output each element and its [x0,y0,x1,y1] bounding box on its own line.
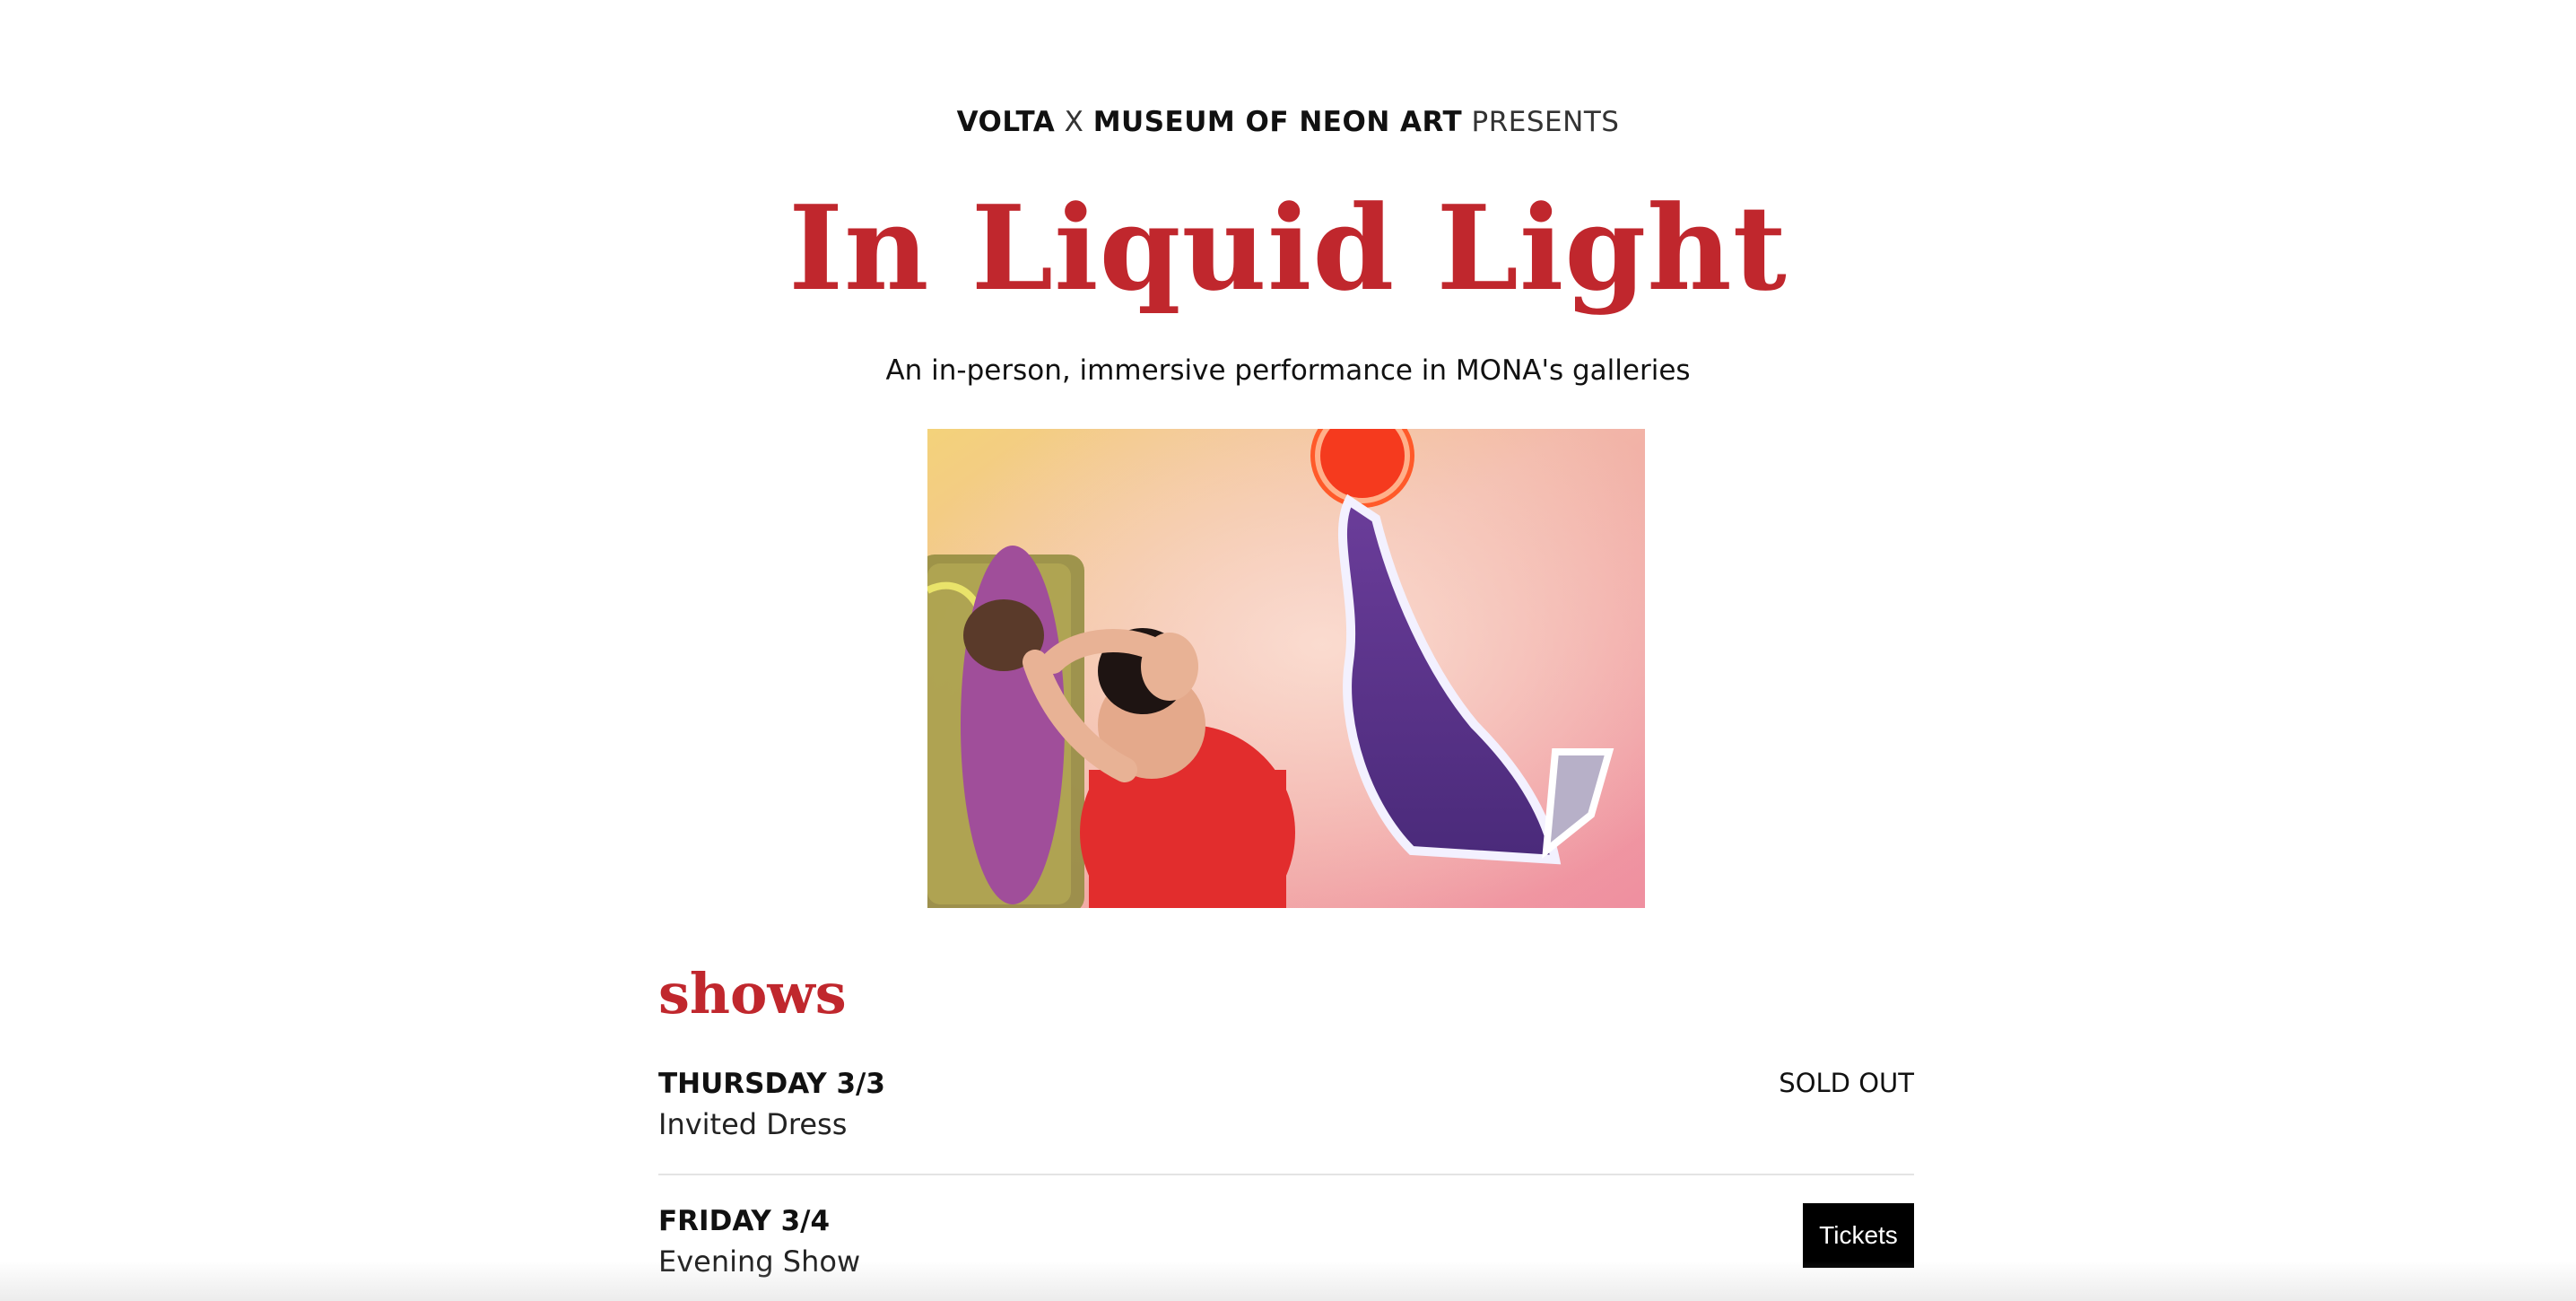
show-day: THURSDAY 3/3 [658,1068,885,1100]
presenter-mona: MUSEUM OF NEON ART [1092,106,1463,138]
page-subtitle: An in-person, immersive performance in M… [885,354,1691,387]
show-name: Invited Dress [658,1107,848,1141]
show-divider [658,1174,1914,1175]
presents-label: PRESENTS [1471,106,1620,138]
presenter-volta: VOLTA [956,106,1056,138]
page-title: In Liquid Light [788,179,1788,317]
tickets-button[interactable]: Tickets [1803,1203,1914,1268]
show-row-thursday: THURSDAY 3/3 Invited Dress SOLD OUT [658,1068,1914,1175]
presenters-line: VOLTA X MUSEUM OF NEON ART PRESENTS [0,106,2576,138]
hero-photo [927,429,1645,908]
show-name: Evening Show [658,1244,861,1279]
page: VOLTA X MUSEUM OF NEON ART PRESENTS In L… [0,0,2576,1301]
show-row-friday: FRIDAY 3/4 Evening Show Tickets [658,1203,1914,1295]
sold-out-label: SOLD OUT [1779,1068,1914,1098]
show-day: FRIDAY 3/4 [658,1205,831,1237]
shows-heading: shows [658,961,847,1026]
presenter-separator: X [1064,106,1084,138]
